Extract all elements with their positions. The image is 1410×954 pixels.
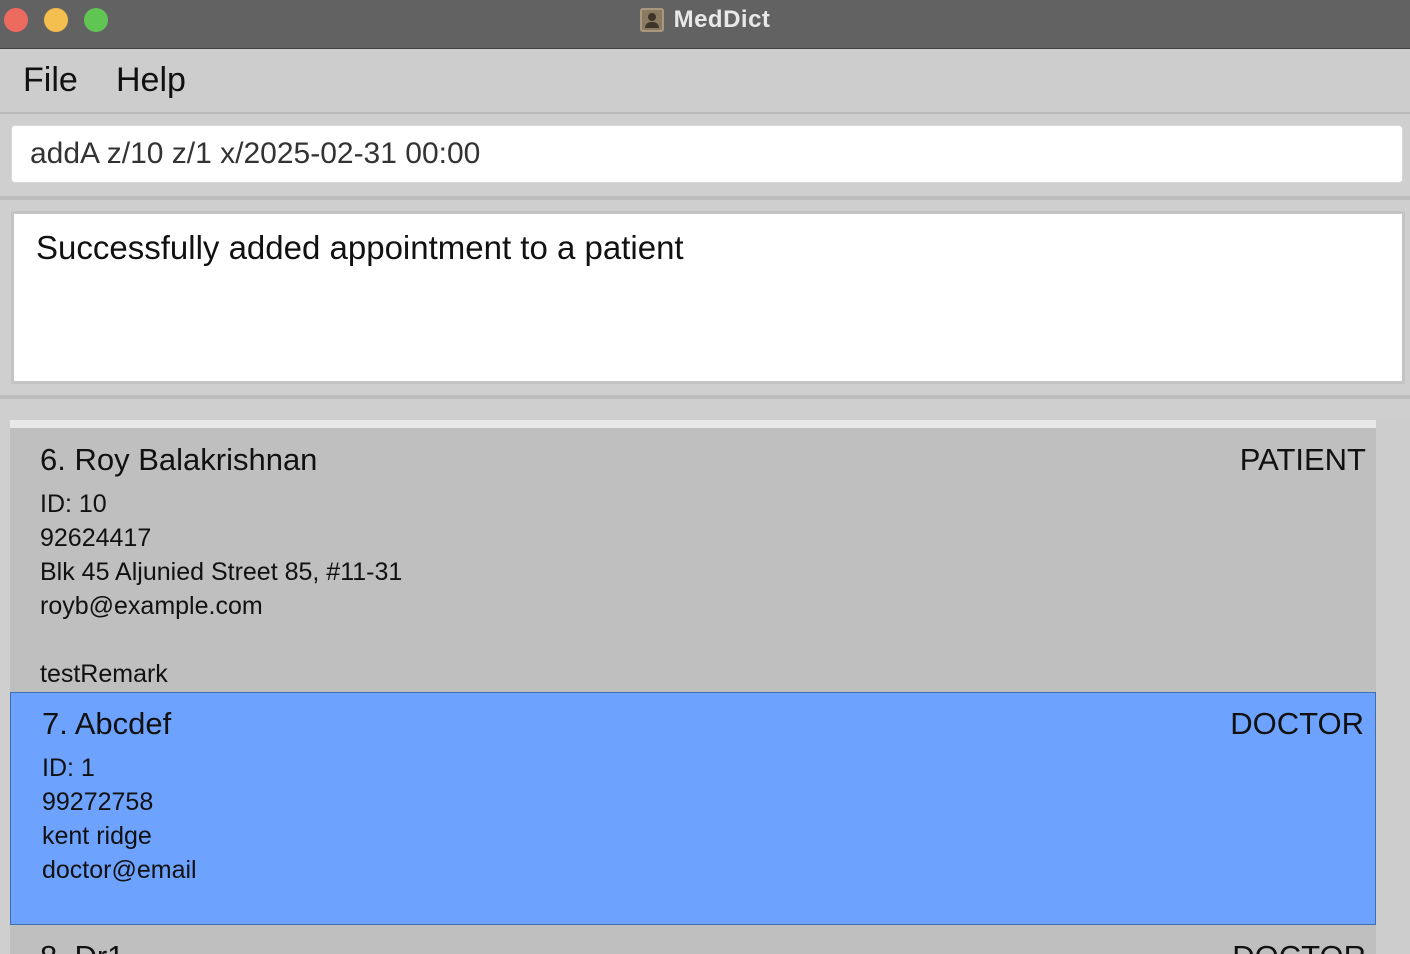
person-address: Blk 45 Aljunied Street 85, #11-31 (40, 558, 403, 586)
person-id: ID: 1 (42, 754, 95, 782)
person-email: royb@example.com (40, 592, 263, 620)
app-window: MedDict File Help Successfully added app… (0, 0, 1410, 954)
person-id: ID: 10 (40, 490, 107, 518)
person-role-badge: PATIENT (1239, 442, 1366, 477)
person-role-badge: DOCTOR (1232, 939, 1366, 954)
person-remark: testRemark (40, 660, 168, 688)
result-message: Successfully added appointment to a pati… (36, 229, 684, 266)
person-list: 6. Roy Balakrishnan PATIENT ID: 10 92624… (10, 420, 1376, 954)
person-email: doctor@email (42, 856, 197, 884)
divider (0, 196, 1410, 200)
person-card-selected[interactable]: 7. Abcdef DOCTOR ID: 1 99272758 kent rid… (10, 692, 1376, 925)
person-name: 8. Dr1 (40, 939, 124, 954)
person-card[interactable]: 6. Roy Balakrishnan PATIENT ID: 10 92624… (10, 428, 1376, 692)
contact-book-icon (639, 8, 664, 32)
title-group: MedDict (0, 0, 1410, 40)
command-input[interactable] (30, 137, 1384, 171)
person-address: kent ridge (42, 822, 152, 850)
person-phone: 99272758 (42, 788, 154, 816)
person-phone: 92624417 (40, 524, 152, 552)
divider (0, 395, 1410, 399)
menu-help[interactable]: Help (116, 61, 186, 100)
menu-bar: File Help (0, 49, 1410, 114)
person-name: 7. Abcdef (42, 706, 172, 741)
result-display: Successfully added appointment to a pati… (11, 211, 1405, 384)
window-title: MedDict (673, 6, 771, 33)
command-box (11, 125, 1403, 183)
person-card[interactable]: 8. Dr1 DOCTOR (10, 925, 1376, 954)
person-role-badge: DOCTOR (1230, 706, 1364, 741)
list-scrollbar[interactable] (1376, 420, 1410, 954)
menu-file[interactable]: File (23, 61, 78, 100)
title-bar: MedDict (0, 0, 1410, 49)
person-name: 6. Roy Balakrishnan (40, 442, 318, 477)
